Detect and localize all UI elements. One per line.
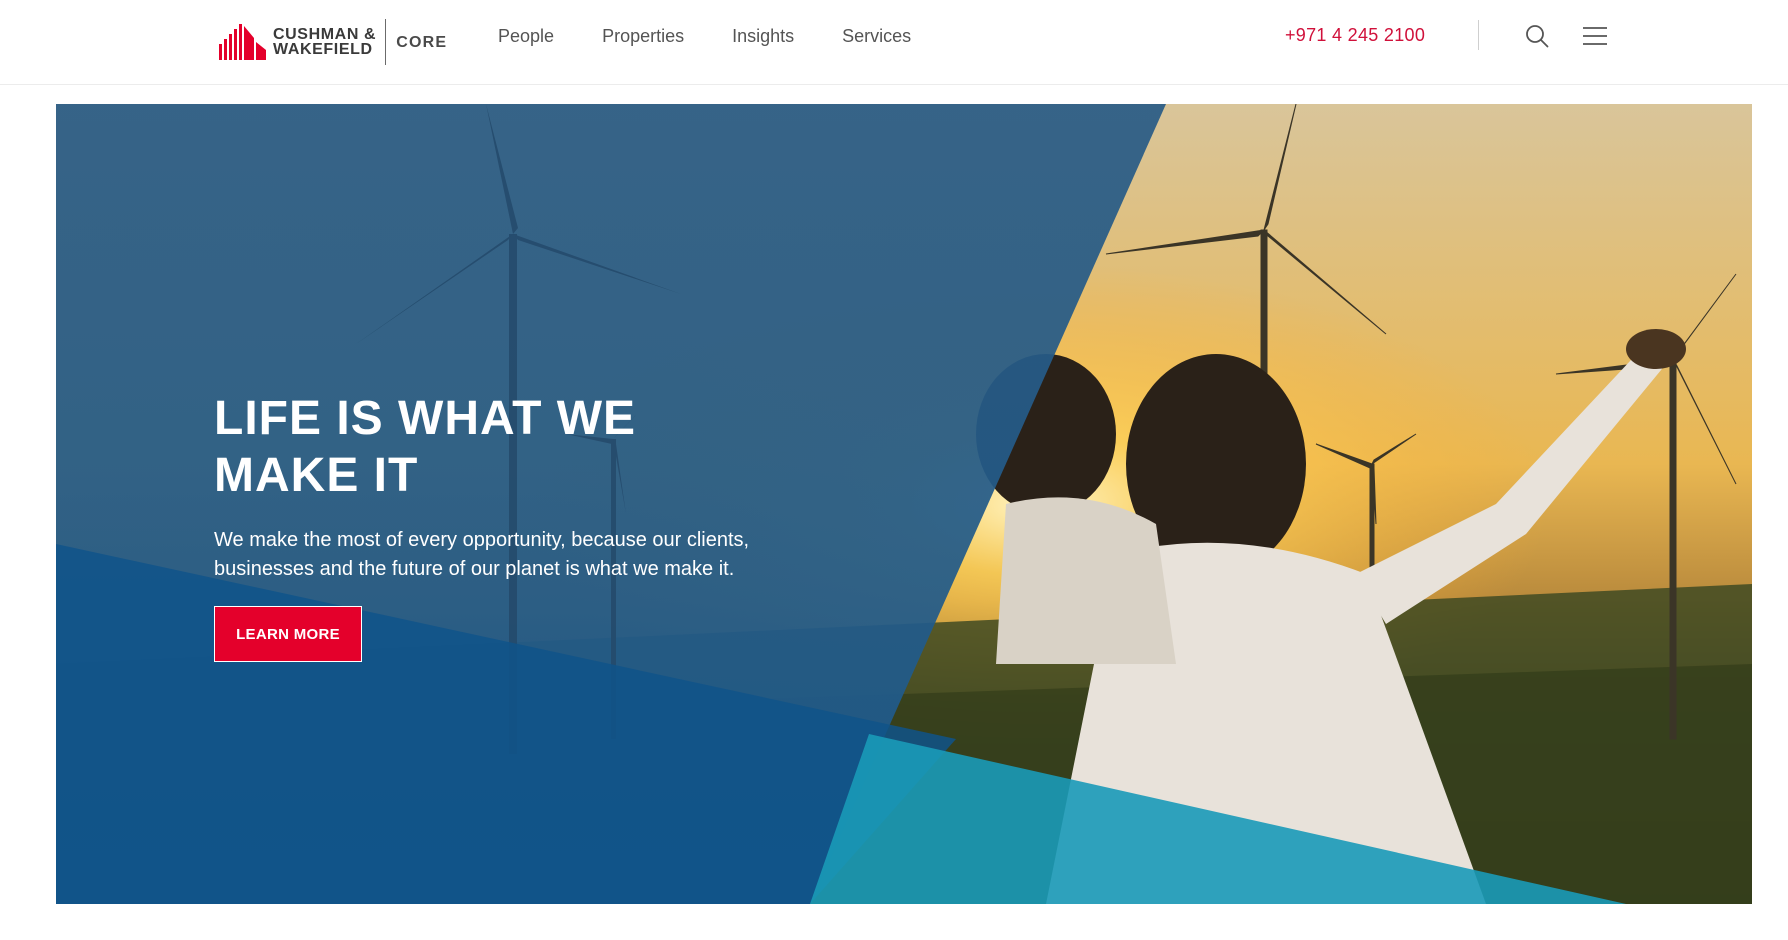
search-button[interactable] (1523, 22, 1551, 50)
header-divider (1478, 20, 1479, 50)
nav-item-people[interactable]: People (498, 26, 554, 47)
brand-wordmark: CUSHMAN & WAKEFIELD (273, 26, 377, 58)
hero-title: LIFE IS WHAT WE MAKE IT (214, 392, 637, 502)
logo-divider (385, 19, 387, 65)
nav-item-insights[interactable]: Insights (732, 26, 794, 47)
hero-subtitle: We make the most of every opportunity, b… (214, 529, 750, 580)
phone-link[interactable]: +971 4 245 2100 (1285, 25, 1425, 46)
search-icon (1526, 25, 1549, 48)
brand-division: CORE (396, 34, 448, 51)
site-header: CUSHMAN & WAKEFIELD CORE People Properti… (0, 0, 1788, 85)
brand-name-line1: CUSHMAN & (273, 26, 377, 43)
hero-banner: LIFE IS WHAT WE MAKE IT We make the most… (56, 104, 1752, 904)
hero-content: LIFE IS WHAT WE MAKE IT We make the most… (214, 390, 914, 662)
hamburger-menu-icon (1583, 27, 1607, 45)
cushman-wakefield-logo-icon (219, 24, 266, 60)
main-nav: People Properties Insights Services (498, 26, 959, 47)
nav-item-properties[interactable]: Properties (602, 26, 684, 47)
brand-logo[interactable]: CUSHMAN & WAKEFIELD CORE (219, 18, 447, 66)
nav-item-services[interactable]: Services (842, 26, 911, 47)
menu-button[interactable] (1581, 22, 1609, 50)
brand-name-line2: WAKEFIELD (273, 41, 373, 58)
learn-more-button[interactable]: LEARN MORE (214, 606, 362, 662)
